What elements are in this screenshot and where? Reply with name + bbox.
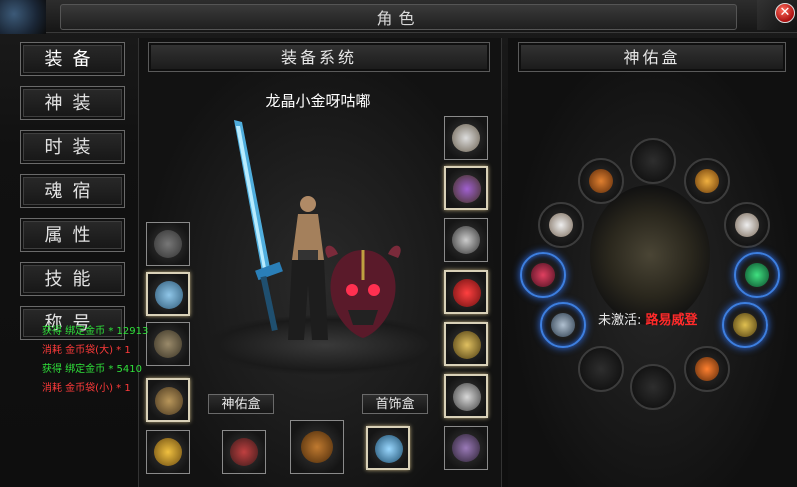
equip-slot-right-1[interactable] xyxy=(444,116,488,160)
ring-slot-1[interactable] xyxy=(578,158,624,204)
tab-fashion[interactable]: 时装 xyxy=(20,130,125,164)
equip-slot-left-4[interactable] xyxy=(146,378,190,422)
tab-skills[interactable]: 技能 xyxy=(20,262,125,296)
ring-slot-bottom[interactable] xyxy=(630,364,676,410)
equip-slot-bottom-1[interactable] xyxy=(222,430,266,474)
gold-ring-icon xyxy=(154,438,182,466)
tab-equipment[interactable]: 装备 xyxy=(20,42,125,76)
ice-wing-icon xyxy=(155,281,183,309)
ring-slot-10[interactable] xyxy=(684,346,730,392)
log-line: 获得 绑定金币 * 12913 xyxy=(42,326,149,337)
equip-slot-right-6[interactable] xyxy=(444,374,488,418)
god-box-header: 神佑盒 xyxy=(518,42,786,72)
skull-helmet-icon xyxy=(452,124,480,152)
bowl-icon xyxy=(735,213,759,237)
equip-slot-right-4[interactable] xyxy=(444,270,488,314)
dragon-bracelet-icon xyxy=(155,387,183,415)
character-name: 龙晶小金呀咕嘟 xyxy=(265,92,371,110)
orb-icon xyxy=(453,383,481,411)
equip-slot-right-3[interactable] xyxy=(444,218,488,262)
ring-slot-8[interactable] xyxy=(722,302,768,348)
tab-attributes[interactable]: 属性 xyxy=(20,218,125,252)
bone-armor-icon xyxy=(154,330,182,358)
god-box-core xyxy=(590,185,710,325)
reward-log: 获得 绑定金币 * 12913 消耗 金币袋(大) * 1 获得 绑定金币 * … xyxy=(42,322,148,398)
log-line: 获得 绑定金币 * 5410 xyxy=(42,364,142,375)
bat-wing-icon xyxy=(452,434,480,462)
jewelry-box-label: 首饰盒 xyxy=(362,394,428,414)
ghost-icon xyxy=(154,230,182,258)
ring-slot-6[interactable] xyxy=(734,252,780,298)
ring-slot-top[interactable] xyxy=(630,138,676,184)
equip-slot-bottom-3[interactable] xyxy=(366,426,410,470)
god-box-status: 未激活: 路易威登 xyxy=(598,309,698,328)
ruby-gem-icon xyxy=(531,263,555,287)
demon-helmet-icon xyxy=(325,245,401,338)
red-boots-icon xyxy=(230,438,258,466)
bowl-icon xyxy=(549,213,573,237)
ring-slot-5[interactable] xyxy=(520,252,566,298)
equip-slot-right-7[interactable] xyxy=(444,426,488,470)
equip-slot-left-5[interactable] xyxy=(146,430,190,474)
tab-soul[interactable]: 魂宿 xyxy=(20,174,125,208)
status-label: 未激活: xyxy=(598,313,642,328)
status-value: 路易威登 xyxy=(645,313,698,328)
close-icon[interactable]: ✕ xyxy=(775,3,795,23)
blue-gem-icon xyxy=(375,435,403,463)
tab-god-equipment[interactable]: 神装 xyxy=(20,86,125,120)
claw-necklace-icon xyxy=(453,175,481,203)
equip-slot-right-2[interactable] xyxy=(444,166,488,210)
chain-icon xyxy=(452,226,480,254)
title-bar[interactable]: 角色 ✕ xyxy=(0,0,797,34)
equip-slot-bottom-center[interactable] xyxy=(290,420,344,474)
equip-slot-left-1[interactable] xyxy=(146,222,190,266)
log-line: 消耗 金币袋(小) * 1 xyxy=(42,383,131,394)
ring-slot-2[interactable] xyxy=(684,158,730,204)
ring-slot-7[interactable] xyxy=(540,302,586,348)
ring-slot-9[interactable] xyxy=(578,346,624,392)
gold-orb-icon xyxy=(733,313,757,337)
red-potion-icon xyxy=(453,279,481,307)
fire-orb-icon xyxy=(695,357,719,381)
equip-slot-right-5[interactable] xyxy=(444,322,488,366)
equip-slot-left-2[interactable] xyxy=(146,272,190,316)
gold-bracelet-icon xyxy=(453,331,481,359)
god-box-label: 神佑盒 xyxy=(208,394,274,414)
emerald-gem-icon xyxy=(745,263,769,287)
equip-slot-left-3[interactable] xyxy=(146,322,190,366)
blue-orb-icon xyxy=(551,313,575,337)
character-window: 角色 ✕ 装备 神装 时装 魂宿 属性 技能 称号 装备系统 龙晶小金呀咕嘟 神… xyxy=(0,0,797,487)
ring-slot-4[interactable] xyxy=(724,202,770,248)
bracelet-icon xyxy=(589,169,613,193)
ring-slot-3[interactable] xyxy=(538,202,584,248)
equipment-header: 装备系统 xyxy=(148,42,490,72)
log-line: 消耗 金币袋(大) * 1 xyxy=(42,345,131,356)
window-title: 角色 xyxy=(376,9,421,28)
feather-icon xyxy=(695,169,719,193)
gourd-icon xyxy=(301,431,333,463)
